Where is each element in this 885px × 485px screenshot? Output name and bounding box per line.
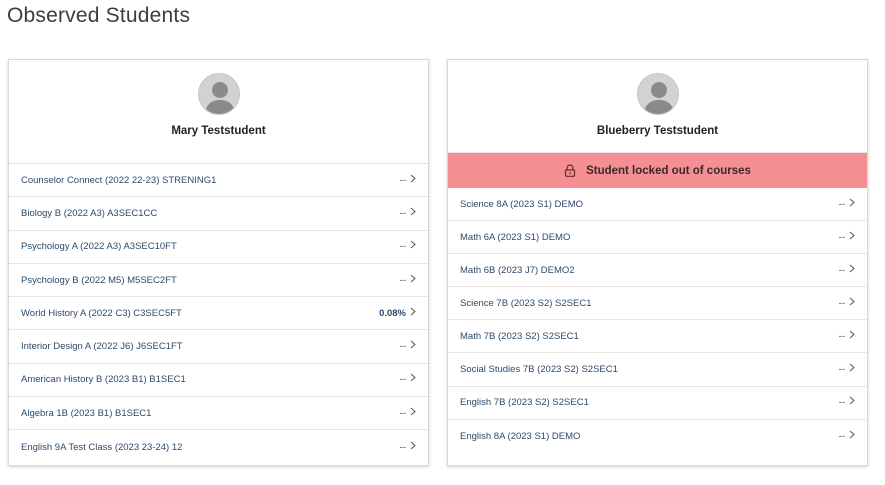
course-grade: -- [399,241,406,253]
course-grade: -- [838,364,845,376]
chevron-right-icon [410,441,416,449]
course-row[interactable]: Psychology A (2022 A3) A3SEC10FT -- [9,231,428,264]
locked-banner: Student locked out of courses [448,152,867,188]
course-grade: -- [838,430,845,442]
page-title: Observed Students [7,4,191,27]
chevron-right-icon [410,407,416,416]
chevron-right-icon [849,330,855,339]
course-row[interactable]: English 9A Test Class (2023 23-24) 12 -- [9,430,428,463]
chevron-right-icon [849,231,855,240]
course-row[interactable]: Math 6B (2023 J7) DEMO2 -- [448,254,867,288]
course-grade: -- [399,441,406,453]
course-name: English 8A (2023 S1) DEMO [460,430,581,442]
course-grade: -- [838,231,845,243]
chevron-right-icon [410,307,416,316]
course-name: Biology B (2022 A3) A3SEC1CC [21,207,158,219]
course-list: Science 8A (2023 S1) DEMO -- Math 6A (2023… [448,188,867,453]
course-name: Math 7B (2023 S2) S2SEC1 [460,330,579,342]
course-list: Counselor Connect (2022 22-23) STRENING1… [9,164,428,464]
student-card-header: Blueberry Teststudent [448,60,867,152]
chevron-right-icon [410,240,416,249]
course-name: American History B (2023 B1) B1SEC1 [21,374,186,386]
chevron-right-icon [410,374,416,382]
course-grade: -- [838,297,845,309]
course-grade: 0.08% [379,307,406,319]
chevron-right-icon [849,198,855,206]
course-name: Interior Design A (2022 J6) J6SEC1FT [21,341,183,353]
course-name: Psychology B (2022 M5) M5SEC2FT [21,274,177,286]
avatar [636,73,679,115]
user-silhouette-icon [637,74,678,114]
course-row[interactable]: Counselor Connect (2022 22-23) STRENING1… [9,164,428,198]
course-grade: -- [399,207,406,219]
course-row[interactable]: Social Studies 7B (2023 S2) S2SEC1 -- [448,353,867,387]
course-grade: -- [838,330,845,342]
chevron-right-icon [410,174,416,183]
course-name: Algebra 1B (2023 B1) B1SEC1 [21,407,152,419]
chevron-right-icon [410,340,416,349]
course-row[interactable]: Math 6A (2023 S1) DEMO -- [448,221,867,255]
course-name: World History A (2022 C3) C3SEC5FT [21,307,182,319]
chevron-right-icon [849,430,855,439]
locked-message: Student locked out of courses [586,164,751,177]
course-grade: -- [838,264,845,276]
course-grade: -- [838,397,845,409]
student-card-header: Mary Teststudent [9,60,428,164]
course-grade: -- [399,174,406,186]
course-name: Social Studies 7B (2023 S2) S2SEC1 [460,364,618,376]
student-card-blueberry: Blueberry Teststudent Student locked out… [447,59,868,466]
course-row[interactable]: Science 7B (2023 S2) S2SEC1 -- [448,287,867,321]
course-name: Math 6A (2023 S1) DEMO [460,231,571,243]
course-name: Psychology A (2022 A3) A3SEC10FT [21,241,177,253]
chevron-right-icon [849,363,855,372]
chevron-right-icon [410,274,416,282]
course-row[interactable]: Psychology B (2022 M5) M5SEC2FT -- [9,264,428,298]
course-row[interactable]: Math 7B (2023 S2) S2SEC1 -- [448,320,867,354]
avatar [197,73,240,115]
course-grade: -- [399,274,406,286]
course-row[interactable]: Algebra 1B (2023 B1) B1SEC1 -- [9,397,428,431]
chevron-right-icon [410,207,416,216]
student-name: Mary Teststudent [171,125,266,137]
course-grade: -- [399,407,406,419]
user-silhouette-icon [198,74,239,114]
course-row[interactable]: World History A (2022 C3) C3SEC5FT 0.08% [9,297,428,331]
lock-icon [564,164,576,177]
chevron-right-icon [849,396,855,405]
course-grade: -- [399,374,406,386]
course-name: Counselor Connect (2022 22-23) STRENING1 [21,174,217,186]
course-row[interactable]: English 7B (2023 S2) S2SEC1 -- [448,387,867,420]
course-row[interactable]: Science 8A (2023 S1) DEMO -- [448,188,867,222]
student-name: Blueberry Teststudent [596,125,719,137]
student-card-mary: Mary Teststudent Counselor Connect (2022… [8,59,429,466]
course-name: English 9A Test Class (2023 23-24) 12 [21,441,183,453]
course-grade: -- [399,341,406,353]
course-grade: -- [838,198,845,210]
course-name: Science 7B (2023 S2) S2SEC1 [460,297,592,309]
course-name: English 7B (2023 S2) S2SEC1 [460,397,589,409]
course-row[interactable]: Biology B (2022 A3) A3SEC1CC -- [9,197,428,231]
course-name: Science 8A (2023 S1) DEMO [460,198,584,210]
course-row[interactable]: Interior Design A (2022 J6) J6SEC1FT -- [9,330,428,364]
course-row[interactable]: English 8A (2023 S1) DEMO -- [448,420,867,453]
course-name: Math 6B (2023 J7) DEMO2 [460,264,575,276]
chevron-right-icon [849,264,855,273]
chevron-right-icon [849,297,855,306]
course-row[interactable]: American History B (2023 B1) B1SEC1 -- [9,364,428,398]
